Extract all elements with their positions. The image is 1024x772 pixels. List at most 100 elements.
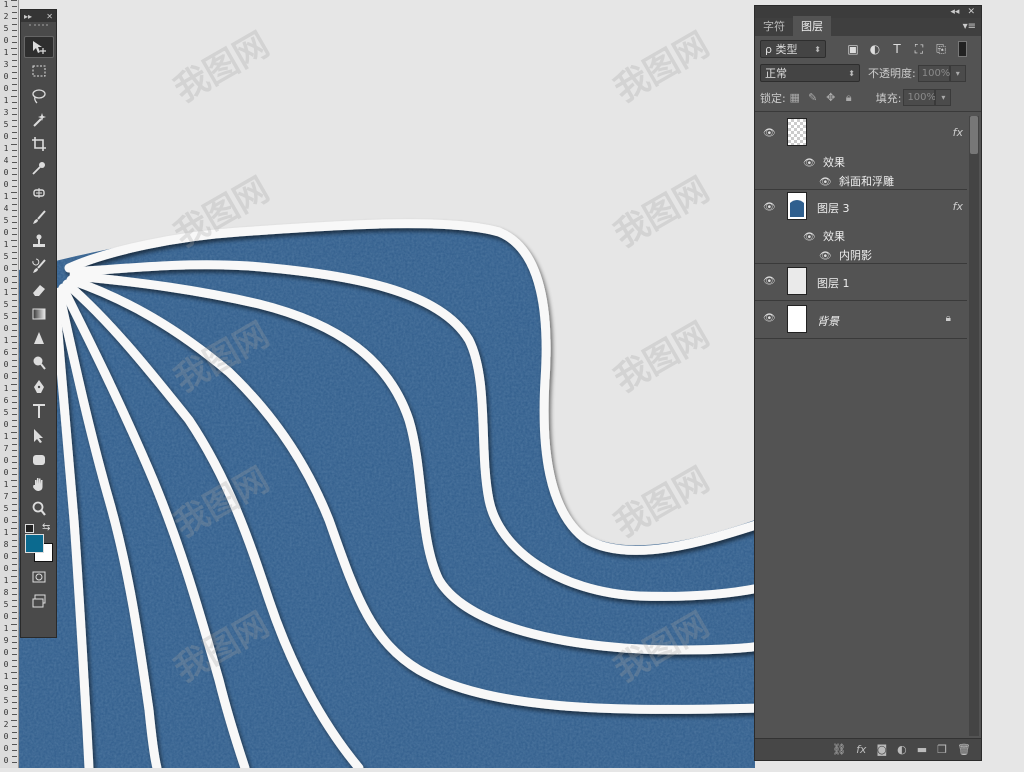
smart-object-filter-icon[interactable]: ⎘ xyxy=(930,42,952,57)
shape-filter-icon[interactable]: ⛶ xyxy=(908,42,930,57)
fill-field[interactable]: 100% xyxy=(903,89,936,106)
new-adjustment-icon[interactable]: ◐ xyxy=(897,743,907,756)
marquee-tool-icon[interactable] xyxy=(24,60,54,82)
eyedropper-tool-icon[interactable] xyxy=(24,157,54,179)
ruler-tick xyxy=(12,234,17,235)
ruler-digit: 1 xyxy=(3,96,9,105)
crop-tool-icon[interactable] xyxy=(24,133,54,155)
close-icon[interactable]: ✕ xyxy=(46,12,53,21)
ruler-tick xyxy=(12,564,17,565)
delete-layer-icon[interactable]: 🗑︎ xyxy=(957,743,971,756)
close-icon[interactable]: ✕ xyxy=(967,7,975,17)
pixel-filter-icon[interactable]: ▣ xyxy=(842,42,864,56)
eye-icon[interactable]: 👁︎ xyxy=(763,128,777,139)
quick-mask-icon[interactable] xyxy=(24,566,54,588)
blur-tool-icon[interactable] xyxy=(24,328,54,350)
filter-kind-select[interactable]: ρ 类型 ⬍ xyxy=(760,40,826,58)
effects-row[interactable]: 👁︎ 效果 xyxy=(803,228,845,244)
vertical-ruler[interactable]: 1 2 5 0 1 3 0 0 1 3 5 0 1 4 0 0 1 4 5 0 1 5 0 0 1 5 5 0 1 6 0 0 1 6 5 0 1 7 0 0… xyxy=(0,0,19,768)
ruler-tick xyxy=(11,48,17,49)
lasso-tool-icon[interactable] xyxy=(24,85,54,107)
filter-kind-label: ρ 类型 xyxy=(765,43,798,56)
history-brush-tool-icon[interactable] xyxy=(24,255,54,277)
lock-position-icon[interactable]: ✥ xyxy=(822,91,840,104)
layer-row[interactable]: 👁︎ 背景 🔒︎ xyxy=(755,301,967,339)
default-colors-icon[interactable] xyxy=(25,523,34,533)
opacity-dropdown-icon[interactable]: ▾ xyxy=(949,64,966,82)
layer-row[interactable]: 👁︎ fx 👁︎ 效果 👁︎ 斜面和浮雕 xyxy=(755,116,967,190)
adjustment-filter-icon[interactable]: ◐ xyxy=(864,42,886,56)
tab-character[interactable]: 字符 xyxy=(755,16,793,36)
add-mask-icon[interactable]: ◙ xyxy=(876,743,887,756)
blend-mode-select[interactable]: 正常 ⬍ xyxy=(760,64,860,82)
eye-icon[interactable]: 👁︎ xyxy=(763,313,777,324)
type-filter-icon[interactable]: T xyxy=(886,42,908,56)
fill-label: 填充: xyxy=(875,91,902,105)
effect-row[interactable]: 👁︎ 斜面和浮雕 xyxy=(819,173,894,189)
ruler-tick xyxy=(12,552,17,553)
pen-tool-icon[interactable] xyxy=(24,376,54,398)
scrollbar-thumb[interactable] xyxy=(970,116,978,154)
fill-dropdown-icon[interactable]: ▾ xyxy=(935,89,952,106)
eye-icon[interactable]: 👁︎ xyxy=(763,202,777,213)
link-layers-icon[interactable]: ⛓ xyxy=(832,743,846,756)
ruler-digit: 0 xyxy=(3,360,9,369)
tab-layers[interactable]: 图层 xyxy=(793,16,831,36)
eye-icon[interactable]: 👁︎ xyxy=(819,177,833,188)
ruler-tick xyxy=(12,54,17,55)
ruler-digit: 0 xyxy=(3,420,9,429)
ruler-tick xyxy=(12,90,17,91)
screen-mode-icon[interactable] xyxy=(24,590,54,612)
effect-row[interactable]: 👁︎ 内阴影 xyxy=(819,247,872,263)
gradient-tool-icon[interactable] xyxy=(24,303,54,325)
ruler-tick xyxy=(12,228,17,229)
eraser-tool-icon[interactable] xyxy=(24,279,54,301)
eye-icon[interactable]: 👁︎ xyxy=(803,158,817,169)
filter-toggle[interactable] xyxy=(958,41,967,57)
lock-transparent-icon[interactable]: ▦ xyxy=(786,91,804,104)
path-selection-tool-icon[interactable] xyxy=(24,425,54,447)
move-tool-icon[interactable] xyxy=(23,36,54,58)
panel-menu-icon[interactable]: ▾≡ xyxy=(963,21,976,32)
type-tool-icon[interactable] xyxy=(24,400,54,422)
ruler-digit: 0 xyxy=(3,72,9,81)
new-layer-icon[interactable]: ❐ xyxy=(937,743,947,756)
zoom-tool-icon[interactable] xyxy=(24,498,54,520)
ruler-tick xyxy=(12,114,17,115)
lock-all-icon[interactable]: 🔒︎ xyxy=(840,91,858,105)
ruler-tick xyxy=(12,486,17,487)
eye-icon[interactable]: 👁︎ xyxy=(803,232,817,243)
ruler-digit: 8 xyxy=(3,588,9,597)
eye-icon[interactable]: 👁︎ xyxy=(763,276,777,287)
healing-brush-tool-icon[interactable] xyxy=(24,182,54,204)
fx-icon[interactable]: fx xyxy=(953,200,963,213)
ruler-digit: 1 xyxy=(3,576,9,585)
opacity-field[interactable]: 100% xyxy=(917,64,950,82)
collapse-icon[interactable]: ◂◂ xyxy=(950,7,959,17)
ruler-tick xyxy=(11,576,17,577)
eye-icon[interactable]: 👁︎ xyxy=(819,251,833,262)
add-style-icon[interactable]: fx xyxy=(856,743,866,756)
dodge-tool-icon[interactable] xyxy=(24,352,54,374)
ruler-digit: 0 xyxy=(3,660,9,669)
fx-icon[interactable]: fx xyxy=(953,126,963,139)
lock-label: 锁定: xyxy=(760,91,786,105)
effects-row[interactable]: 👁︎ 效果 xyxy=(803,154,845,170)
magic-wand-tool-icon[interactable] xyxy=(24,109,54,131)
ruler-tick xyxy=(12,282,17,283)
layers-scrollbar[interactable] xyxy=(969,116,979,736)
ruler-digit: 0 xyxy=(3,372,9,381)
shape-tool-icon[interactable] xyxy=(24,449,54,471)
panel-grip[interactable] xyxy=(29,24,48,32)
lock-pixels-icon[interactable]: ✎ xyxy=(804,91,822,104)
clone-stamp-tool-icon[interactable] xyxy=(24,230,54,252)
new-group-icon[interactable]: ▬ xyxy=(917,743,927,756)
layer-row[interactable]: 👁︎ 图层 1 xyxy=(755,264,967,301)
hand-tool-icon[interactable] xyxy=(24,473,54,495)
collapse-icon[interactable]: ▸▸ xyxy=(24,12,32,21)
brush-tool-icon[interactable] xyxy=(24,206,54,228)
ruler-tick xyxy=(11,288,17,289)
foreground-color-swatch[interactable] xyxy=(25,533,44,553)
layer-row[interactable]: 👁︎ 图层 3 fx 👁︎ 效果 👁︎ 内阴影 xyxy=(755,190,967,264)
swap-colors-icon[interactable]: ⇆ xyxy=(42,522,50,533)
